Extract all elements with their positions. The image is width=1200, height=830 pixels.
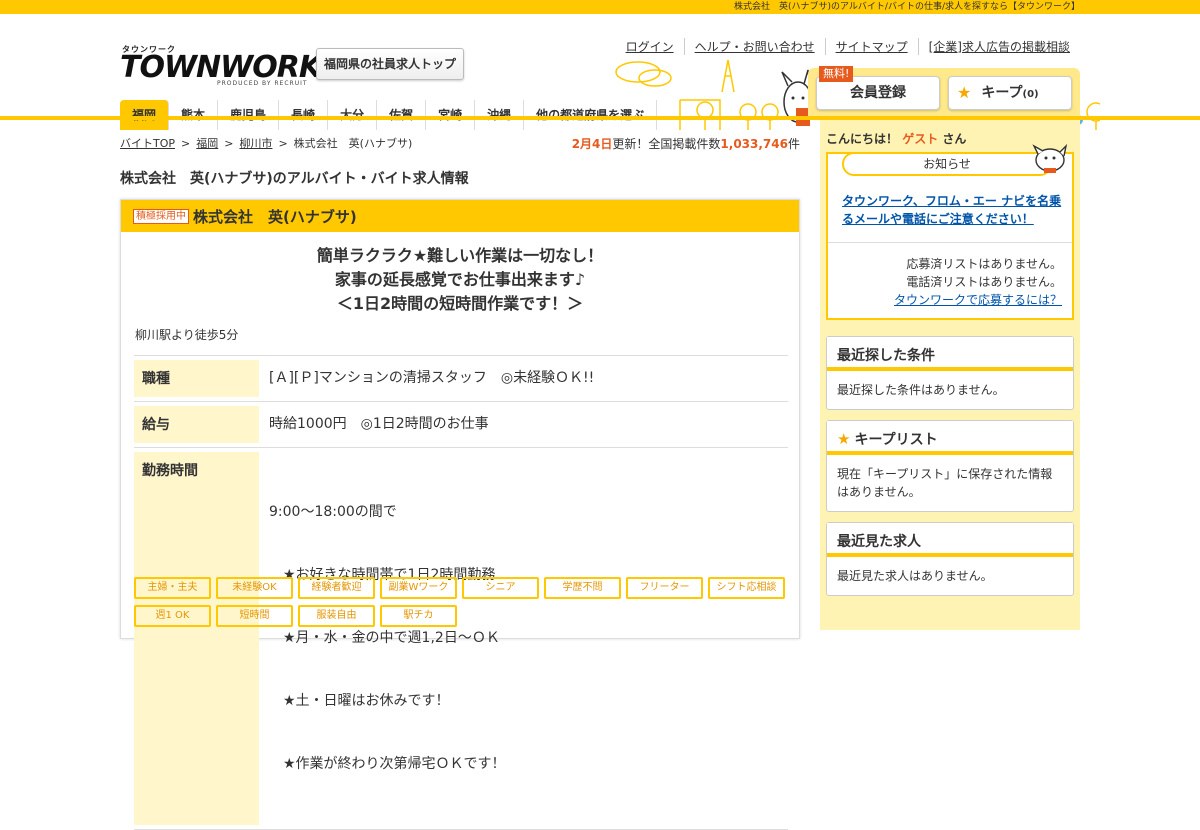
station-access: 柳川駅より徒歩5分 (135, 328, 239, 342)
sidebar: こんにちは！ ゲスト さん お知らせ タウンワーク、フロム・エー ナビを名乗るメ… (820, 120, 1080, 630)
applied-list-status: 応募済リストはありません。 (906, 257, 1062, 271)
row-label: 勤務時間 (134, 452, 259, 825)
job-card: 積極採用中 株式会社 英(ハナブサ) 簡単ラクラク★難しい作業は一切なし！ 家事… (120, 199, 800, 830)
townwork-logo[interactable]: タウンワーク TOWNWORK PRODUCED BY RECRUIT (120, 44, 322, 88)
breadcrumb: バイトTOP > 福岡 > 柳川市 > 株式会社 英(ハナブサ) (120, 137, 413, 150)
breadcrumb-yanagawa[interactable]: 柳川市 (239, 137, 272, 150)
free-badge: 無料! (819, 66, 854, 82)
keep-button[interactable]: ★ キープ(0) (948, 76, 1072, 110)
how-to-apply-link[interactable]: タウンワークで応募するには？ (894, 293, 1062, 307)
star-icon: ★ (837, 430, 851, 448)
tab-nagasaki[interactable]: 長崎 (279, 100, 329, 130)
feature-tag[interactable]: シニア (462, 577, 539, 599)
update-text: 更新！全国掲載件数 (612, 137, 721, 151)
feature-tag[interactable]: 週1 OK (134, 605, 211, 627)
table-row: 勤務時間 9:00～18:00の間で ★お好きな時間帯で1日2時間勤務 ★月・水… (134, 448, 788, 830)
row-value: 9:00～18:00の間で ★お好きな時間帯で1日2時間勤務 ★月・水・金の中で… (269, 504, 506, 772)
catch-line: 簡単ラクラク★難しい作業は一切なし！ (316, 246, 604, 265)
tab-fukuoka[interactable]: 福岡 (120, 100, 170, 130)
job-card-header: 積極採用中 株式会社 英(ハナブサ) (121, 200, 799, 232)
tab-saga[interactable]: 佐賀 (377, 100, 427, 130)
prefecture-tabs: 福岡 熊本 鹿児島 長崎 大分 佐賀 宮崎 沖縄 他の都道府県を選ぶ (120, 100, 658, 130)
row-label: 職種 (134, 360, 259, 397)
table-row: 給与 時給1000円 ◎1日2時間のお仕事 (134, 402, 788, 448)
star-icon: ★ (957, 83, 972, 102)
keep-list-body: 現在「キープリスト」に保存された情報はありません。 (837, 467, 1053, 499)
top-links: ログイン ヘルプ・お問い合わせ サイトマップ [企業]求人広告の掲載相談 (616, 38, 1080, 55)
update-info: 2月4日更新！全国掲載件数1,033,746件 (572, 135, 800, 152)
guest-name: ゲスト (902, 132, 939, 146)
feature-tag[interactable]: 学歴不問 (544, 577, 621, 599)
recent-view-box: 最近見た求人 最近見た求人はありません。 (826, 522, 1074, 596)
login-link[interactable]: ログイン (616, 38, 684, 55)
catch-line: ＜1日2時間の短時間作業です！＞ (336, 294, 584, 313)
count-suffix: 件 (787, 137, 800, 151)
breadcrumb-current: 株式会社 英(ハナブサ) (293, 137, 413, 150)
sitemap-link[interactable]: サイトマップ (824, 38, 918, 55)
keep-list-title: キープリスト (854, 432, 938, 448)
feature-tag[interactable]: フリーター (626, 577, 703, 599)
feature-tag[interactable]: シフト応相談 (708, 577, 785, 599)
breadcrumb-baito-top[interactable]: バイトTOP (120, 137, 175, 150)
breadcrumb-fukuoka[interactable]: 福岡 (196, 137, 218, 150)
tab-kumamoto[interactable]: 熊本 (169, 100, 219, 130)
recent-search-title: 最近探した条件 (827, 337, 1073, 371)
recent-search-body: 最近探した条件はありません。 (837, 383, 1005, 397)
feature-tag[interactable]: 駅チカ (380, 605, 457, 627)
tab-oita[interactable]: 大分 (328, 100, 378, 130)
listing-count: 1,033,746 (720, 137, 788, 151)
hiring-badge: 積極採用中 (133, 208, 189, 224)
help-link[interactable]: ヘルプ・お問い合わせ (683, 38, 825, 55)
recent-view-title: 最近見た求人 (827, 523, 1073, 557)
notice-box: お知らせ タウンワーク、フロム・エー ナビを名乗るメールや電話にご注意ください！… (826, 144, 1074, 320)
feature-tag[interactable]: 主婦・主夫 (134, 577, 211, 599)
application-status: 応募済リストはありません。 電話済リストはありません。 タウンワークで応募するに… (828, 242, 1072, 309)
company-name[interactable]: 株式会社 英(ハナブサ) (193, 206, 357, 227)
catch-line: 家事の延長感覚でお仕事出来ます♪ (334, 270, 586, 289)
scam-warning-link[interactable]: タウンワーク、フロム・エー ナビを名乗るメールや電話にご注意ください！ (842, 192, 1062, 228)
notice-title: お知らせ (842, 152, 1052, 176)
feature-tags: 主婦・主夫 未経験OK 経験者歓迎 副業Wワーク シニア 学歴不問 フリーター … (134, 577, 794, 627)
greeting: こんにちは！ ゲスト さん (826, 132, 967, 146)
table-row: 職種 [Ａ][Ｐ]マンションの清掃スタッフ ◎未経験ＯＫ!! (134, 356, 788, 402)
site-tagline: 株式会社 英(ハナブサ)のアルバイト/バイトの仕事/求人を探すなら【タウンワーク… (0, 0, 1200, 14)
tab-okinawa[interactable]: 沖縄 (475, 100, 525, 130)
row-value: [Ａ][Ｐ]マンションの清掃スタッフ ◎未経験ＯＫ!! (269, 370, 595, 386)
catch-copy: 簡単ラクラク★難しい作業は一切なし！ 家事の延長感覚でお仕事出来ます♪ ＜1日2… (121, 244, 799, 316)
keep-list-box: ★ キープリスト 現在「キープリスト」に保存された情報はありません。 (826, 420, 1074, 512)
logo-byline: PRODUCED BY RECRUIT (217, 80, 308, 87)
feature-tag[interactable]: 短時間 (216, 605, 293, 627)
header: タウンワーク TOWNWORK PRODUCED BY RECRUIT 福岡県の… (0, 14, 1200, 130)
recent-view-body: 最近見た求人はありません。 (837, 569, 993, 583)
update-date: 2月4日 (571, 137, 613, 151)
pref-top-button[interactable]: 福岡県の社員求人トップ (316, 48, 464, 80)
page-title: 株式会社 英(ハナブサ)のアルバイト・バイト求人情報 (120, 171, 469, 187)
dog-mascot-icon (1032, 144, 1068, 173)
advertise-link[interactable]: [企業]求人広告の掲載相談 (917, 38, 1080, 55)
feature-tag[interactable]: 服装自由 (298, 605, 375, 627)
keep-list-header: ★ キープリスト (827, 421, 1073, 455)
tab-kagoshima[interactable]: 鹿児島 (218, 100, 280, 130)
tab-miyazaki[interactable]: 宮崎 (426, 100, 476, 130)
row-label: 給与 (134, 406, 259, 443)
tab-other-prefectures[interactable]: 他の都道府県を選ぶ (524, 100, 658, 130)
keep-count: (0) (1022, 89, 1039, 100)
recent-search-box: 最近探した条件 最近探した条件はありません。 (826, 336, 1074, 410)
feature-tag[interactable]: 経験者歓迎 (298, 577, 375, 599)
row-value: 時給1000円 ◎1日2時間のお仕事 (269, 416, 489, 432)
called-list-status: 電話済リストはありません。 (906, 275, 1062, 289)
feature-tag[interactable]: 副業Wワーク (380, 577, 457, 599)
feature-tag[interactable]: 未経験OK (216, 577, 293, 599)
keep-label: キープ (981, 85, 1023, 101)
